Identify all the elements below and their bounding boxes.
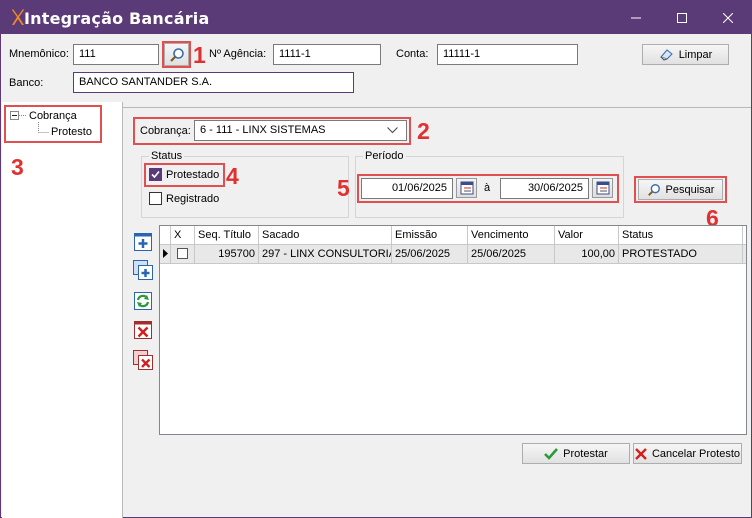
refresh-icon[interactable] bbox=[133, 291, 153, 311]
cobranca-label: Cobrança: bbox=[140, 125, 191, 137]
checkmark-icon bbox=[544, 447, 559, 460]
grid-header: X Seq. Título Sacado Emissão Vencimento … bbox=[160, 226, 746, 245]
mnemonico-label: Mnemônico: bbox=[9, 48, 69, 60]
cell-c bbox=[743, 245, 746, 263]
protestar-label: Protestar bbox=[563, 447, 608, 460]
annotation-number-4: 4 bbox=[226, 163, 239, 189]
protestar-button[interactable]: Protestar bbox=[522, 443, 630, 464]
date-from-input[interactable]: 01/06/2025 bbox=[361, 178, 453, 199]
cell-status: PROTESTADO bbox=[619, 245, 743, 263]
registrado-label: Registrado bbox=[166, 193, 220, 205]
row-select-cell[interactable] bbox=[171, 245, 195, 263]
checkmark-icon bbox=[151, 170, 160, 179]
conta-label: Conta: bbox=[396, 48, 429, 60]
titles-grid[interactable]: X Seq. Título Sacado Emissão Vencimento … bbox=[159, 225, 747, 435]
cell-emissao: 25/06/2025 bbox=[392, 245, 468, 263]
cell-sacado: 297 - LINX CONSULTORIA bbox=[259, 245, 392, 263]
delete-multiple-icon[interactable] bbox=[133, 350, 153, 370]
banco-input[interactable]: BANCO SANTANDER S.A. bbox=[73, 72, 354, 93]
cancelar-protesto-label: Cancelar Protesto bbox=[651, 447, 741, 460]
pesquisar-label: Pesquisar bbox=[665, 183, 715, 196]
date-from-calendar-button[interactable] bbox=[456, 178, 477, 198]
cobranca-value: 6 - 111 - LINX SISTEMAS bbox=[200, 124, 326, 136]
window-title: Integração Bancária bbox=[24, 9, 210, 28]
registrado-checkbox[interactable] bbox=[149, 192, 162, 205]
add-multiple-icon[interactable] bbox=[133, 260, 153, 280]
column-header-vencimento[interactable]: Vencimento bbox=[468, 226, 555, 245]
calendar-icon bbox=[460, 181, 474, 195]
delete-icon[interactable] bbox=[133, 320, 153, 340]
protestado-checkbox[interactable] bbox=[149, 168, 162, 181]
magnifier-icon bbox=[647, 183, 660, 196]
date-separator: à bbox=[484, 182, 491, 194]
cell-vencimento: 25/06/2025 bbox=[468, 245, 555, 263]
add-icon[interactable] bbox=[133, 232, 153, 252]
mnemonico-input[interactable]: 111 bbox=[73, 44, 159, 65]
pesquisar-button[interactable]: Pesquisar bbox=[638, 179, 723, 200]
eraser-icon bbox=[659, 49, 673, 61]
table-row[interactable]: 195700 297 - LINX CONSULTORIA 25/06/2025… bbox=[160, 245, 746, 264]
chevron-down-icon bbox=[387, 127, 398, 134]
row-select-checkbox[interactable] bbox=[177, 248, 188, 259]
row-indicator bbox=[160, 245, 171, 263]
agencia-label: Nº Agência: bbox=[209, 48, 267, 60]
minimize-button[interactable] bbox=[613, 1, 659, 34]
protestado-label: Protestado bbox=[166, 169, 220, 181]
cell-valor: 100,00 bbox=[555, 245, 619, 263]
status-group-title: Status bbox=[149, 150, 185, 162]
agencia-input[interactable]: 1111-1 bbox=[273, 44, 381, 65]
cell-seq-titulo: 195700 bbox=[195, 245, 259, 263]
conta-input[interactable]: 11111-1 bbox=[437, 44, 578, 65]
annotation-number-1: 1 bbox=[193, 42, 206, 68]
calendar-icon bbox=[596, 181, 610, 195]
maximize-icon bbox=[677, 12, 687, 23]
limpar-label: Limpar bbox=[678, 48, 713, 61]
limpar-button[interactable]: Limpar bbox=[642, 44, 729, 65]
column-header-sacado[interactable]: Sacado bbox=[259, 226, 392, 245]
banco-label: Banco: bbox=[9, 77, 44, 89]
periodo-group-title: Período bbox=[363, 150, 406, 162]
column-header-c[interactable]: C bbox=[743, 226, 746, 245]
collapse-icon[interactable] bbox=[10, 111, 19, 120]
minimize-icon bbox=[631, 17, 641, 18]
column-header-seq-titulo[interactable]: Seq. Título bbox=[195, 226, 259, 245]
title-bar: Integração Bancária bbox=[1, 1, 751, 34]
row-pointer-icon bbox=[163, 249, 168, 258]
column-header-emissao[interactable]: Emissão bbox=[392, 226, 468, 245]
annotation-box-1 bbox=[162, 41, 191, 68]
tree-panel: Cobrança Protesto 3 bbox=[2, 102, 123, 518]
annotation-number-2: 2 bbox=[417, 118, 430, 144]
date-to-calendar-button[interactable] bbox=[592, 178, 613, 198]
close-button[interactable] bbox=[705, 1, 751, 34]
column-header-valor[interactable]: Valor bbox=[555, 226, 619, 245]
cobranca-select[interactable]: 6 - 111 - LINX SISTEMAS bbox=[194, 120, 407, 141]
column-header-x[interactable]: X bbox=[171, 226, 195, 245]
tree-item-protesto[interactable]: Protesto bbox=[51, 126, 92, 138]
column-header-status[interactable]: Status bbox=[619, 226, 743, 245]
cancelar-protesto-button[interactable]: Cancelar Protesto bbox=[633, 443, 742, 464]
close-icon bbox=[723, 12, 733, 23]
annotation-number-3: 3 bbox=[11, 154, 24, 180]
maximize-button[interactable] bbox=[659, 1, 705, 34]
annotation-number-5: 5 bbox=[337, 175, 350, 201]
cancel-x-icon bbox=[635, 447, 647, 460]
tree-item-cobranca[interactable]: Cobrança bbox=[29, 110, 77, 122]
grid-header-indicator bbox=[160, 226, 171, 245]
date-to-input[interactable]: 30/06/2025 bbox=[500, 178, 589, 199]
integracao-bancaria-window: Integração Bancária Mnemônico: 111 1 Nº … bbox=[0, 0, 752, 518]
